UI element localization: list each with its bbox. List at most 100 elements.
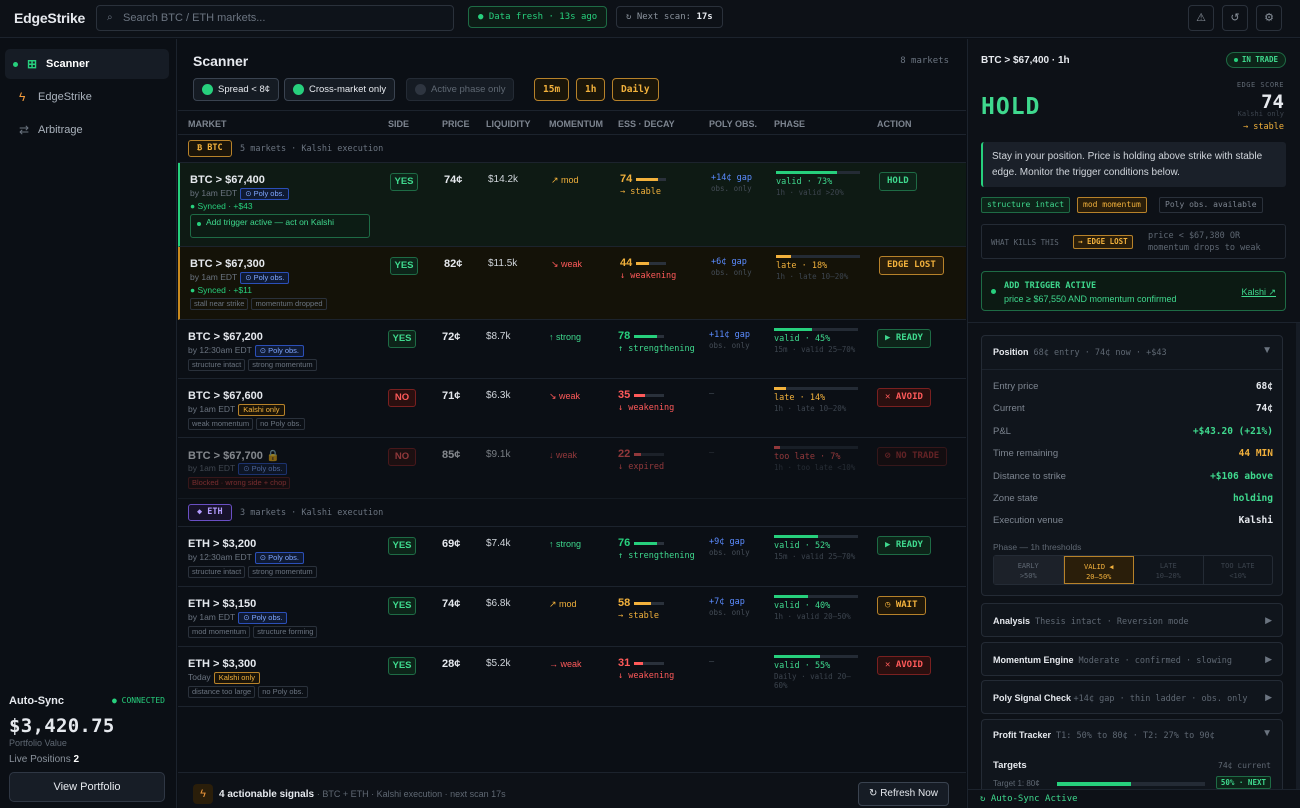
market-name: ETH > $3,150 xyxy=(188,598,257,610)
analysis-accordion[interactable]: Analysis Thesis intact · Reversion mode … xyxy=(981,603,1283,637)
price-value: 69¢ xyxy=(442,538,461,550)
target1-progress xyxy=(1057,782,1205,786)
sidebar-item-label: Arbitrage xyxy=(38,124,83,136)
timeframe-daily[interactable]: Daily xyxy=(612,78,659,101)
phase-text: valid · 45% xyxy=(774,334,831,344)
column-header[interactable]: ESS · DECAY xyxy=(618,119,675,129)
position-section: Position 68¢ entry · 74¢ now · +$43 ▼ Ph… xyxy=(981,335,1283,596)
phase-threshold: 1h · valid 20–50% xyxy=(774,612,851,621)
ess-bar xyxy=(634,393,665,397)
accordion-sub: Moderate · confirmed · slowing xyxy=(1078,656,1233,666)
profit-header[interactable]: Profit Tracker T1: 50% to 80¢ · T2: 27% … xyxy=(993,730,1215,741)
sidebar-item-arbitrage[interactable]: ⇄ Arbitrage xyxy=(5,115,169,145)
action-button[interactable]: ◷ WAIT xyxy=(877,596,926,615)
filter-spread[interactable]: Spread < 8¢ xyxy=(193,78,280,101)
side-badge: NO xyxy=(388,448,416,466)
filter-cross-market[interactable]: Cross-market only xyxy=(284,78,396,101)
column-header[interactable]: SIDE xyxy=(388,119,409,129)
column-header[interactable]: PHASE xyxy=(774,119,805,129)
refresh-icon[interactable]: ↺ xyxy=(1222,5,1248,31)
momentum-engine-accordion[interactable]: Momentum Engine Moderate · confirmed · s… xyxy=(981,642,1283,676)
group-text: 3 markets · Kalshi execution xyxy=(240,508,384,518)
liquidity-value: $5.2k xyxy=(486,658,511,669)
sidebar-item-edgestrike[interactable]: ϟ EdgeStrike xyxy=(5,82,169,112)
eth-group-badge[interactable]: ◆ ETH xyxy=(188,504,232,521)
column-header[interactable]: MOMENTUM xyxy=(549,119,603,129)
column-header[interactable]: POLY OBS. xyxy=(709,119,757,129)
phase-bar-fill xyxy=(774,387,786,390)
ess-trend: ↓ weakening xyxy=(618,403,675,413)
divider xyxy=(982,369,1282,370)
targets-current: 74¢ current xyxy=(1218,761,1271,770)
table-row[interactable]: BTC > $67,700 🔒 by 1am EDT ⊙ Poly obs. Bloc… xyxy=(178,438,966,499)
btc-group-badge[interactable]: ₿ BTC xyxy=(188,140,232,157)
market-time-text: by 1am EDT xyxy=(188,404,236,414)
phase-name: TOO LATE xyxy=(1220,562,1255,570)
scrollbar[interactable] xyxy=(1296,323,1300,789)
check-icon xyxy=(202,84,213,95)
target1-label: Target 1: 80¢ xyxy=(993,779,1040,788)
filter-active-phase[interactable]: Active phase only xyxy=(406,78,515,101)
chevron-down-icon[interactable]: ▼ xyxy=(1262,345,1272,356)
market-tag: momentum dropped xyxy=(251,298,327,310)
refresh-now-button[interactable]: ↻ Refresh Now xyxy=(858,782,949,806)
sidebar-item-scanner[interactable]: ⊞ Scanner xyxy=(5,49,169,79)
poly-sub: obs. only xyxy=(709,548,750,557)
column-header[interactable]: LIQUIDITY xyxy=(486,119,531,129)
settings-icon[interactable]: ⚙ xyxy=(1256,5,1282,31)
phase-name: LATE xyxy=(1159,562,1177,570)
column-header[interactable]: MARKET xyxy=(188,119,227,129)
poly-gap: — xyxy=(709,389,715,399)
alert-icon[interactable]: ⚠ xyxy=(1188,5,1214,31)
action-button[interactable]: EDGE LOST xyxy=(879,256,944,275)
ess-trend: → stable xyxy=(618,611,659,621)
timeframe-1h[interactable]: 1h xyxy=(576,78,606,101)
poly-gap: +6¢ gap xyxy=(711,257,747,267)
search-input[interactable]: ⌕ Search BTC / ETH markets... xyxy=(96,5,454,31)
action-button[interactable]: ▶ READY xyxy=(877,536,931,555)
target1-badge: 50% · NEXT xyxy=(1215,776,1271,789)
verdict: HOLD xyxy=(981,94,1041,120)
arrows-icon: ⇄ xyxy=(19,123,30,137)
table-row[interactable]: BTC > $67,400 by 1am EDT ⊙ Poly obs. ● Sync… xyxy=(178,163,966,247)
column-header[interactable]: ACTION xyxy=(877,119,912,129)
next-scan-value: 17s xyxy=(696,12,713,22)
detail-tag: Poly obs. available xyxy=(1159,197,1263,213)
liquidity-value: $11.5k xyxy=(488,258,518,269)
ess-bar-fill xyxy=(634,541,658,545)
table-row[interactable]: ETH > $3,150 by 1am EDT ⊙ Poly obs. mod mom… xyxy=(178,587,966,647)
live-positions-label: Live Positions xyxy=(9,754,71,765)
action-button[interactable]: ▶ READY xyxy=(877,329,931,348)
ess-score: 31 xyxy=(618,657,665,669)
action-button[interactable]: HOLD xyxy=(879,172,917,191)
action-button[interactable]: ✕ AVOID xyxy=(877,388,931,407)
view-portfolio-button[interactable]: View Portfolio xyxy=(9,772,165,802)
price-value: 28¢ xyxy=(442,658,461,670)
chevron-down-icon[interactable]: ▼ xyxy=(1262,728,1272,739)
timeframe-15m[interactable]: 15m xyxy=(534,78,570,101)
market-time-text: by 1am EDT xyxy=(190,272,238,282)
ess-trend: → stable xyxy=(620,187,661,197)
table-row[interactable]: BTC > $67,300 by 1am EDT ⊙ Poly obs. ● Sync… xyxy=(178,247,966,320)
table-row[interactable]: ETH > $3,200 by 12:30am EDT ⊙ Poly obs. str… xyxy=(178,527,966,587)
price-value: 74¢ xyxy=(442,598,461,610)
chevron-right-icon: ▶ xyxy=(1265,692,1272,702)
accordion-title-text: Analysis xyxy=(993,616,1031,626)
poly-signal-accordion[interactable]: Poly Signal Check +14¢ gap · thin ladder… xyxy=(981,680,1283,714)
check-icon xyxy=(415,84,426,95)
kalshi-link[interactable]: Kalshi ↗ xyxy=(1241,287,1276,298)
phase-threshold: 15m · valid 25–70% xyxy=(774,345,856,354)
add-trigger-title: ADD TRIGGER ACTIVE xyxy=(1004,281,1097,291)
table-row[interactable]: BTC > $67,600 by 1am EDT Kalshi only weak m… xyxy=(178,379,966,438)
column-header[interactable]: PRICE xyxy=(442,119,470,129)
position-row: Zone state holding xyxy=(993,493,1273,504)
phase-valid: VALID ◀ 20–50% xyxy=(1063,556,1134,584)
action-button[interactable]: ✕ AVOID xyxy=(877,656,931,675)
position-header[interactable]: Position 68¢ entry · 74¢ now · +$43 xyxy=(993,347,1167,358)
table-row[interactable]: ETH > $3,300 Today Kalshi only distance too… xyxy=(178,647,966,707)
action-button[interactable]: ⊘ NO TRADE xyxy=(877,447,948,466)
position-row-value: 68¢ xyxy=(1255,381,1273,392)
table-row[interactable]: BTC > $67,200 by 12:30am EDT ⊙ Poly obs. st… xyxy=(178,320,966,379)
momentum-value: ↗ mod xyxy=(549,599,577,609)
ess-bar xyxy=(634,334,665,338)
